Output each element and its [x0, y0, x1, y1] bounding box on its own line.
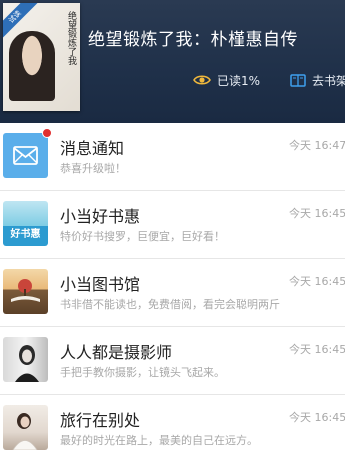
list-item-library[interactable]: 小当图书馆 书非借不能读也，免费借阅，看完会聪明两斤 今天 16:45 — [0, 259, 345, 327]
list-item-notifications[interactable]: 消息通知 恭喜升级啦！ 今天 16:47 — [0, 123, 345, 191]
item-subtitle: 恭喜升级啦！ — [60, 162, 126, 175]
item-title: 消息通知 — [60, 139, 125, 158]
mail-icon — [3, 133, 48, 178]
book-cover[interactable]: 试读 绝望锻炼了我 — [3, 3, 80, 111]
item-subtitle: 书非借不能读也，免费借阅，看完会聪明两斤 — [60, 298, 280, 311]
eye-icon — [193, 75, 211, 85]
bookshelf-icon — [290, 73, 306, 87]
book-deal-thumbnail: 好书惠 — [3, 201, 48, 246]
item-time: 今天 16:45 — [289, 207, 345, 220]
list-item-travel[interactable]: 旅行在别处 最好的时光在路上，最美的自己在远方。 今天 16:45 — [0, 395, 345, 462]
item-subtitle: 手把手教你摄影，让镜头飞起来。 — [60, 366, 225, 379]
book-header: 试读 绝望锻炼了我 绝望锻炼了我：朴槿惠自传 已读1% 去书架 — [0, 0, 345, 123]
item-time: 今天 16:47 — [289, 139, 345, 152]
photographer-thumbnail — [3, 337, 48, 382]
item-time: 今天 16:45 — [289, 411, 345, 424]
shelf-label: 去书架 — [312, 73, 345, 88]
cover-title: 绝望锻炼了我 — [66, 11, 76, 65]
cover-portrait-image — [9, 31, 55, 101]
message-list: 消息通知 恭喜升级啦！ 今天 16:47 好书惠 小当好书惠 特价好书搜罗，巨便… — [0, 123, 345, 462]
item-title: 小当好书惠 — [60, 207, 141, 226]
item-time: 今天 16:45 — [289, 343, 345, 356]
unread-badge — [42, 128, 52, 138]
item-title: 旅行在别处 — [60, 411, 141, 430]
item-title: 人人都是摄影师 — [60, 343, 173, 362]
read-progress[interactable]: 已读1% — [193, 71, 260, 89]
item-time: 今天 16:45 — [289, 275, 345, 288]
item-subtitle: 特价好书搜罗，巨便宜，巨好看！ — [60, 230, 225, 243]
thumb-label: 好书惠 — [10, 229, 41, 240]
item-subtitle: 最好的时光在路上，最美的自己在远方。 — [60, 434, 258, 447]
read-progress-label: 已读1% — [217, 73, 261, 88]
list-item-book-deals[interactable]: 好书惠 小当好书惠 特价好书搜罗，巨便宜，巨好看！ 今天 16:45 — [0, 191, 345, 259]
item-title: 小当图书馆 — [60, 275, 141, 294]
travel-thumbnail — [3, 405, 48, 450]
library-thumbnail — [3, 269, 48, 314]
go-to-shelf-button[interactable]: 去书架 — [290, 71, 345, 89]
book-title[interactable]: 绝望锻炼了我：朴槿惠自传 — [88, 25, 338, 50]
list-item-photography[interactable]: 人人都是摄影师 手把手教你摄影，让镜头飞起来。 今天 16:45 — [0, 327, 345, 395]
